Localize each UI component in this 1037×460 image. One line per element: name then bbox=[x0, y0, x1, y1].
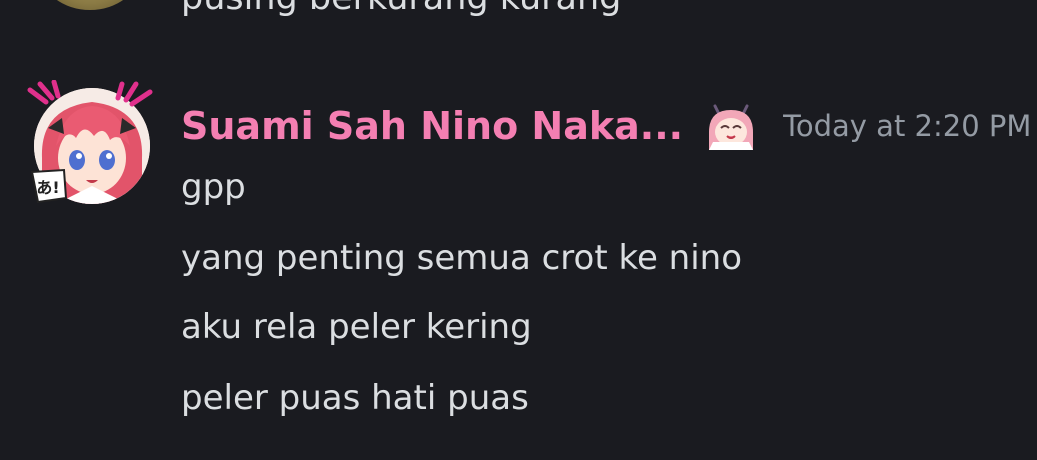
message-line: peler puas hati puas bbox=[181, 378, 529, 418]
message-line: aku rela peler kering bbox=[181, 307, 532, 347]
previous-message-text: pusing berkurang kurang bbox=[181, 0, 621, 18]
message-line: gpp bbox=[181, 167, 246, 207]
message-header: Suami Sah Nino Naka... Today at 2:20 PM bbox=[181, 100, 1031, 152]
username[interactable]: Suami Sah Nino Naka... bbox=[181, 100, 683, 152]
anime-chibi-icon[interactable] bbox=[703, 102, 759, 150]
message-author-avatar[interactable]: あ! bbox=[26, 80, 156, 210]
message-timestamp[interactable]: Today at 2:20 PM bbox=[783, 100, 1031, 152]
message-line: yang penting semua crot ke nino bbox=[181, 238, 743, 278]
speech-badge-icon: あ! bbox=[30, 168, 68, 204]
svg-text:あ!: あ! bbox=[36, 178, 59, 197]
previous-author-avatar[interactable] bbox=[40, 0, 140, 10]
